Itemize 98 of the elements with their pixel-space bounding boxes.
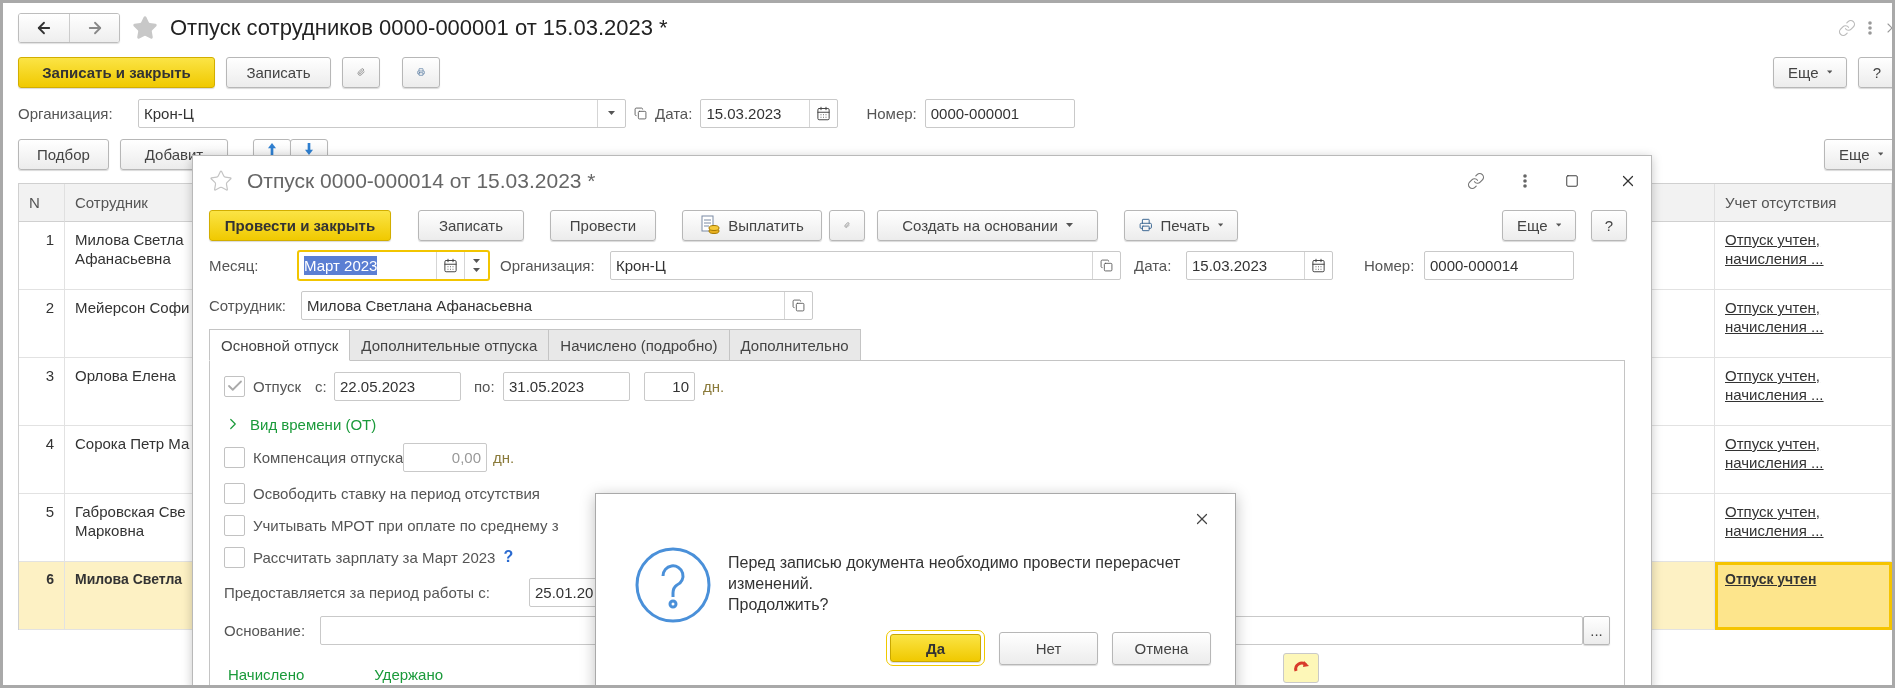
attach-button[interactable] bbox=[342, 56, 380, 88]
arrow-up-icon bbox=[268, 142, 276, 155]
dialog-button[interactable]: Отмена bbox=[1112, 631, 1211, 665]
start-date-field[interactable]: 22.05.2023 bbox=[334, 371, 461, 401]
calendar-icon bbox=[816, 105, 832, 121]
table-cell: 3 bbox=[19, 358, 65, 426]
table-cell: 1 bbox=[19, 222, 65, 290]
organization-field[interactable]: Крон-Ц bbox=[138, 98, 626, 128]
link-icon bbox=[1467, 172, 1485, 190]
vacation-label: Отпуск bbox=[253, 377, 303, 395]
month-field[interactable]: Март 2023 bbox=[298, 251, 489, 280]
attach-button[interactable] bbox=[829, 209, 865, 241]
number-field[interactable]: 0000-000001 bbox=[924, 98, 1075, 128]
checkbox[interactable] bbox=[224, 546, 245, 568]
question-icon bbox=[634, 546, 712, 624]
recalculate-button[interactable] bbox=[1283, 653, 1320, 683]
more-icon bbox=[1868, 21, 1872, 35]
toolbar-button[interactable]: Провести bbox=[550, 209, 656, 241]
print-button[interactable] bbox=[402, 56, 440, 88]
month-label: Месяц: bbox=[209, 257, 260, 274]
printer-icon bbox=[1139, 216, 1153, 234]
save-button[interactable]: Записать bbox=[226, 56, 331, 88]
print-button[interactable]: Печать bbox=[1124, 209, 1238, 241]
option-label: Учитывать МРОТ при оплате по среднему з bbox=[253, 516, 559, 534]
window-title: Отпуск сотрудников 0000-000001 от 15.03.2023 * bbox=[170, 15, 668, 41]
days-unit: дн. bbox=[493, 448, 515, 466]
create-based-on-button[interactable]: Создать на основании bbox=[877, 209, 1098, 241]
back-button[interactable] bbox=[19, 14, 69, 42]
star-icon bbox=[209, 169, 233, 193]
document-coins-icon bbox=[700, 215, 721, 235]
pay-button[interactable]: Выплатить bbox=[682, 209, 822, 241]
days-field[interactable]: 10 bbox=[644, 371, 695, 401]
period-label: Предоставляется за период работы с: bbox=[224, 583, 491, 601]
number-label: Номер: bbox=[1364, 257, 1416, 274]
open-icon bbox=[792, 298, 805, 312]
employee-label: Сотрудник: bbox=[209, 296, 288, 314]
checkbox[interactable] bbox=[224, 446, 245, 468]
date-field[interactable]: 15.03.2023 bbox=[1186, 251, 1333, 280]
up-icon bbox=[473, 259, 480, 263]
help-button[interactable]: ? bbox=[1591, 209, 1627, 241]
end-date-field[interactable]: 31.05.2023 bbox=[503, 371, 630, 401]
link-icon bbox=[1838, 19, 1856, 37]
post-and-close-button[interactable]: Провести и закрыть bbox=[209, 209, 391, 241]
more-button[interactable]: Еще bbox=[1773, 56, 1847, 88]
number-label: Номер: bbox=[866, 104, 917, 122]
organization-label: Организация: bbox=[500, 257, 596, 274]
more-button[interactable]: Еще bbox=[1502, 209, 1576, 241]
table-cell: 4 bbox=[19, 426, 65, 494]
table-cell: 6 bbox=[19, 562, 65, 630]
organization-label: Организация: bbox=[18, 104, 114, 122]
absence-link[interactable]: Отпуск учтен, начисления ... bbox=[1725, 230, 1824, 268]
date-label: Дата: bbox=[1134, 257, 1173, 274]
open-icon bbox=[634, 106, 647, 120]
tab[interactable]: Дополнительные отпуска bbox=[349, 329, 550, 361]
date-field[interactable]: 15.03.2023 bbox=[700, 98, 839, 128]
column-header: Учет отсутствия bbox=[1715, 184, 1892, 222]
down-icon bbox=[473, 268, 480, 272]
days-unit: дн. bbox=[703, 377, 725, 395]
absence-link[interactable]: Отпуск учтен, начисления ... bbox=[1725, 366, 1824, 404]
open-icon bbox=[1100, 259, 1113, 272]
arrow-down-icon bbox=[305, 142, 313, 155]
select-button[interactable]: ... bbox=[1583, 615, 1610, 645]
column-header: N bbox=[19, 184, 65, 222]
number-field[interactable]: 0000-000014 bbox=[1424, 251, 1574, 280]
organization-field[interactable]: Крон-Ц bbox=[610, 251, 1121, 280]
checkbox[interactable] bbox=[224, 482, 245, 504]
dialog-button[interactable]: Нет bbox=[999, 631, 1098, 665]
absence-link[interactable]: Отпуск учтен, начисления ... bbox=[1725, 434, 1824, 472]
employee-field[interactable]: Милова Светлана Афанасьевна bbox=[301, 290, 813, 320]
calendar-icon bbox=[443, 258, 458, 273]
tab[interactable]: Начислено (подробно) bbox=[548, 329, 730, 361]
help-button[interactable]: ? bbox=[1858, 56, 1892, 88]
caret-icon bbox=[1826, 70, 1832, 74]
checkbox[interactable] bbox=[224, 375, 245, 397]
absence-link[interactable]: Отпуск учтен bbox=[1725, 570, 1817, 589]
table-cell: 2 bbox=[19, 290, 65, 358]
checkbox[interactable] bbox=[224, 514, 245, 536]
date-label: Дата: bbox=[655, 104, 693, 122]
absence-link[interactable]: Отпуск учтен, начисления ... bbox=[1725, 502, 1824, 540]
section-link[interactable]: Начислено bbox=[228, 666, 305, 683]
more-button[interactable]: Еще bbox=[1824, 138, 1892, 170]
save-and-close-button[interactable]: Записать и закрыть bbox=[18, 56, 215, 88]
tab[interactable]: Дополнительно bbox=[728, 329, 861, 361]
more-icon bbox=[1523, 174, 1527, 188]
pick-button[interactable]: Подбор bbox=[18, 138, 109, 170]
absence-link[interactable]: Отпуск учтен, начисления ... bbox=[1725, 298, 1824, 336]
compensation-label: Компенсация отпуска bbox=[253, 448, 403, 466]
caret-icon bbox=[1877, 152, 1883, 156]
table-cell: 5 bbox=[19, 494, 65, 562]
dropdown-icon bbox=[608, 111, 615, 115]
calendar-icon bbox=[1311, 258, 1326, 273]
section-link[interactable]: Удержано bbox=[374, 666, 444, 683]
maximize-icon bbox=[1565, 174, 1579, 188]
to-label: по: bbox=[474, 377, 496, 395]
star-icon bbox=[132, 15, 158, 41]
tab[interactable]: Основной отпуск bbox=[209, 329, 351, 361]
toolbar-button[interactable]: Записать bbox=[418, 209, 524, 241]
from-label: с: bbox=[315, 377, 328, 395]
